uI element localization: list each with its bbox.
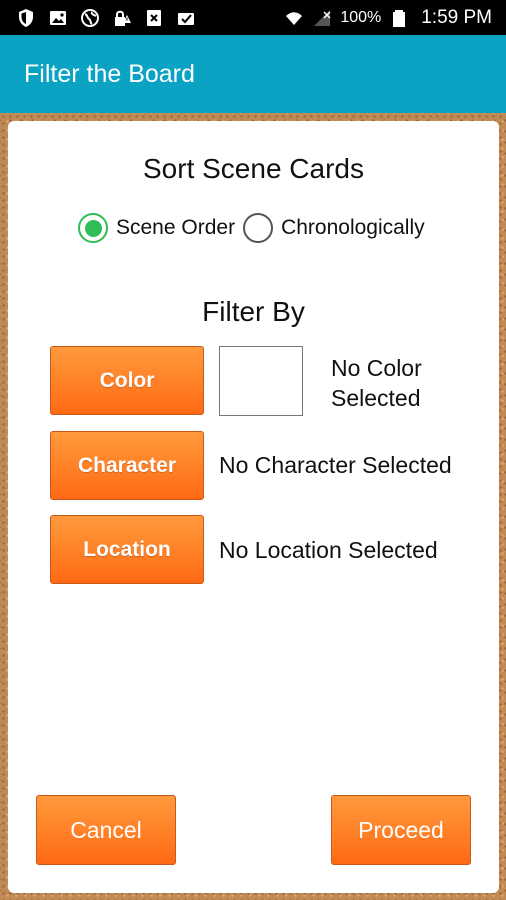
shield-icon (16, 8, 36, 28)
location-button[interactable]: Location (50, 515, 204, 584)
sort-options: Scene Order Chronologically (78, 213, 433, 243)
wifi-icon (284, 8, 304, 28)
image-icon (48, 8, 68, 28)
sort-title: Sort Scene Cards (143, 153, 364, 184)
signal-icon (312, 8, 332, 28)
radio-chronologically[interactable] (243, 213, 274, 243)
battery-percent: 100% (340, 8, 382, 26)
clipboard-check-icon (176, 8, 196, 28)
lock-warning-icon (112, 8, 132, 28)
location-status: No Location Selected (219, 537, 438, 563)
radio-chronologically-label[interactable]: Chronologically (281, 216, 425, 240)
color-button[interactable]: Color (50, 346, 204, 415)
filter-dialog: Sort Scene Cards Scene Order Chronologic… (8, 121, 499, 893)
status-icons-left (16, 8, 196, 28)
app-bar: Filter the Board (0, 35, 506, 113)
proceed-button[interactable]: Proceed (331, 795, 471, 865)
status-icons-right: 100% 1:59 PM (284, 7, 492, 29)
close-box-icon (144, 8, 164, 28)
battery-icon (389, 8, 409, 28)
filter-title: Filter By (202, 296, 305, 327)
color-status: No Color Selected (331, 355, 422, 411)
character-button[interactable]: Character (50, 431, 204, 500)
globe-icon (80, 8, 100, 28)
page-title: Filter the Board (24, 59, 195, 88)
status-bar: 100% 1:59 PM (0, 0, 506, 35)
radio-scene-order-label[interactable]: Scene Order (116, 216, 235, 240)
clock: 1:59 PM (421, 6, 492, 28)
cancel-button[interactable]: Cancel (36, 795, 176, 865)
character-status: No Character Selected (219, 452, 452, 478)
radio-scene-order[interactable] (78, 213, 108, 243)
color-swatch[interactable] (219, 346, 303, 416)
